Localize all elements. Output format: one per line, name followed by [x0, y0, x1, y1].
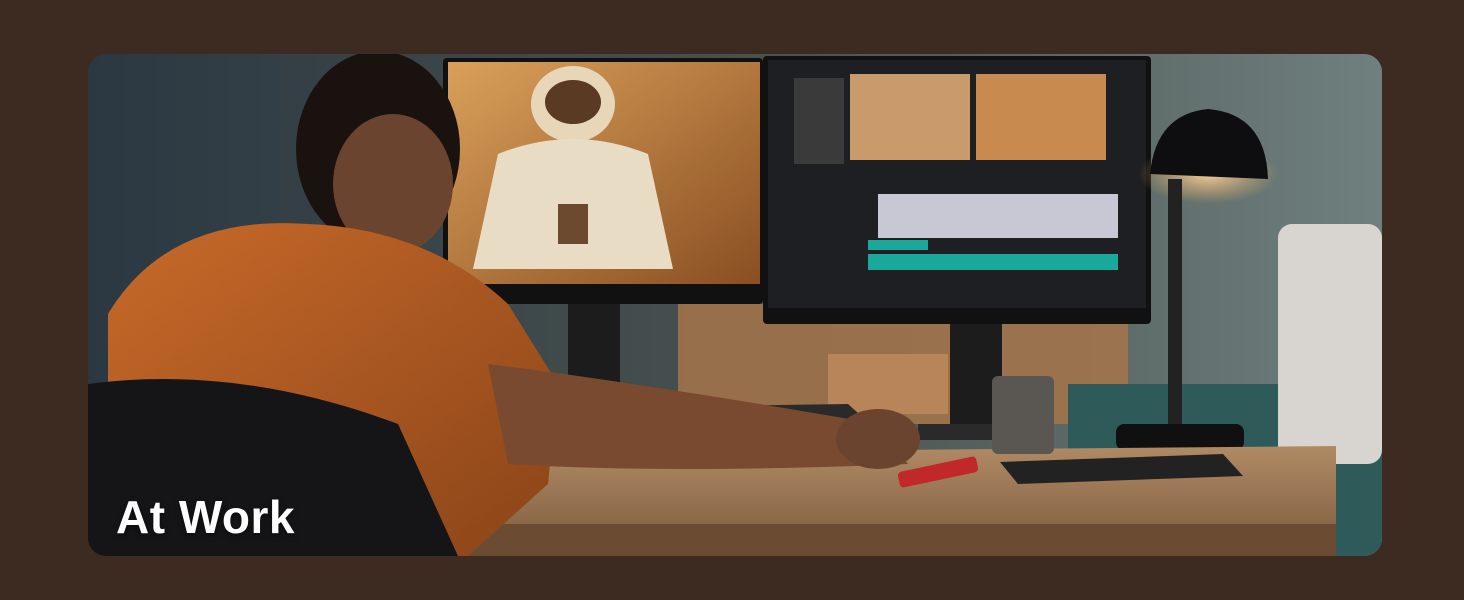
photo-banner: At Work [88, 54, 1382, 556]
caption-title: At Work [116, 491, 295, 543]
office-photo [88, 54, 1382, 556]
